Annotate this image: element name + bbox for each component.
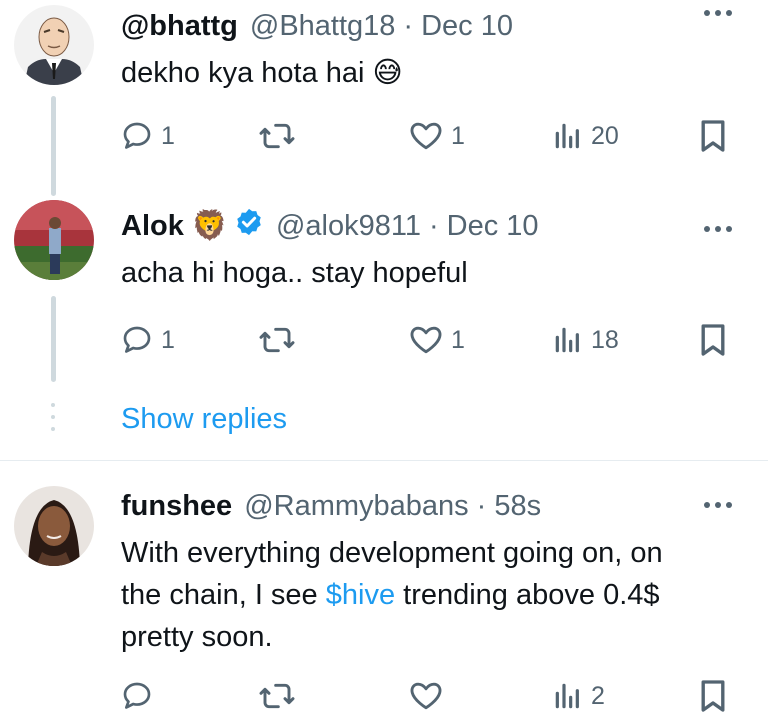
display-name[interactable]: @bhattg	[121, 10, 238, 43]
user-handle[interactable]: @Rammybabans	[244, 490, 468, 523]
more-icon[interactable]	[704, 502, 732, 508]
like-button[interactable]	[409, 676, 451, 716]
reply-icon	[123, 682, 151, 709]
tweet-3[interactable]: funshee @Rammybabans · 58s With everythi…	[0, 486, 768, 725]
more-icon[interactable]	[704, 226, 732, 232]
cashtag-link[interactable]: $hive	[326, 579, 395, 611]
views-icon	[555, 683, 579, 709]
retweet-icon	[259, 327, 295, 353]
sweat-smile-emoji: 😅	[372, 57, 403, 89]
show-replies-link[interactable]: Show replies	[121, 403, 287, 436]
reply-button[interactable]: 1	[121, 320, 175, 360]
views-icon	[555, 327, 579, 353]
like-count: 1	[451, 325, 465, 354]
reply-count: 1	[161, 121, 175, 150]
reply-icon	[123, 122, 151, 149]
reply-button[interactable]: 1	[121, 116, 175, 156]
reply-count: 1	[161, 325, 175, 354]
separator: ·	[476, 489, 487, 522]
avatar-image	[14, 486, 94, 566]
tweet-text-line: With everything development going on, on	[121, 537, 663, 569]
bookmark-button[interactable]	[699, 676, 727, 716]
timestamp[interactable]: 58s	[494, 490, 541, 523]
action-bar: 1 1 20	[121, 116, 741, 156]
views-count: 18	[591, 325, 619, 354]
timestamp[interactable]: Dec 10	[447, 210, 539, 243]
bookmark-icon	[701, 120, 725, 152]
tweet-1[interactable]: @bhattg @Bhattg18 · Dec 10 dekho kya hot…	[0, 0, 768, 196]
verified-icon	[234, 207, 264, 245]
retweet-icon	[259, 683, 295, 709]
tweet-text: acha hi hoga.. stay hopeful	[121, 257, 468, 289]
retweet-button[interactable]	[259, 320, 303, 360]
retweet-button[interactable]	[259, 116, 303, 156]
action-bar: 1 1 18	[121, 320, 741, 360]
separator: ·	[428, 209, 439, 242]
timestamp[interactable]: Dec 10	[421, 10, 513, 43]
like-button[interactable]: 1	[409, 320, 465, 360]
tweet-text-line: pretty soon.	[121, 621, 273, 653]
heart-icon	[410, 682, 442, 710]
thread-dots	[50, 403, 56, 439]
avatar[interactable]	[14, 486, 94, 566]
thread-line	[51, 96, 56, 196]
text-segment: trending above 0.4$	[395, 579, 660, 611]
reply-icon	[123, 326, 151, 353]
thread-line	[51, 296, 56, 382]
bookmark-icon	[701, 324, 725, 356]
user-handle[interactable]: @Bhattg18	[250, 10, 396, 43]
retweet-button[interactable]	[259, 676, 303, 716]
retweet-icon	[259, 123, 295, 149]
avatar-image	[14, 200, 94, 280]
avatar-image	[14, 5, 94, 85]
like-count: 1	[451, 121, 465, 150]
user-handle[interactable]: @alok9811	[276, 210, 421, 243]
avatar[interactable]	[14, 5, 94, 85]
bookmark-icon	[701, 680, 725, 712]
text-segment: the chain, I see	[121, 579, 326, 611]
tweet-text: dekho kya hota hai 😅	[121, 52, 403, 94]
tweet-text-line: the chain, I see $hive trending above 0.…	[121, 574, 663, 616]
lion-emoji: 🦁	[191, 210, 228, 242]
display-name[interactable]: Alok	[121, 210, 184, 243]
bookmark-button[interactable]	[699, 116, 727, 156]
bookmark-button[interactable]	[699, 320, 727, 360]
views-button[interactable]: 20	[553, 116, 619, 156]
avatar[interactable]	[14, 200, 94, 280]
views-count: 2	[591, 681, 605, 710]
separator: ·	[403, 9, 414, 42]
tweet-text-body: dekho kya hota hai	[121, 57, 365, 89]
tweet-2[interactable]: Alok 🦁 @alok9811 · Dec 10 acha hi hoga..…	[0, 200, 768, 390]
views-icon	[555, 123, 579, 149]
heart-icon	[410, 326, 442, 354]
more-icon[interactable]	[704, 10, 732, 16]
action-bar: 2	[121, 676, 741, 716]
views-count: 20	[591, 121, 619, 150]
views-button[interactable]: 2	[553, 676, 605, 716]
tweet-text: With everything development going on, on…	[121, 532, 663, 658]
divider	[0, 460, 768, 461]
views-button[interactable]: 18	[553, 320, 619, 360]
heart-icon	[410, 122, 442, 150]
display-name[interactable]: funshee	[121, 490, 232, 523]
reply-button[interactable]	[121, 676, 161, 716]
like-button[interactable]: 1	[409, 116, 465, 156]
